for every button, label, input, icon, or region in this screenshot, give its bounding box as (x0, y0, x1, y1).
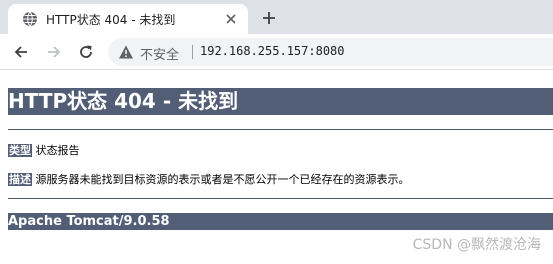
description-line: 描述 源服务器未能找到目标资源的表示或者是不愿公开一个已经存在的资源表示。 (8, 171, 410, 187)
type-value: 状态报告 (35, 144, 80, 157)
browser-toolbar: 不安全 192.168.255.157:8080 (0, 34, 553, 70)
arrow-right-icon[interactable] (45, 43, 63, 61)
divider (8, 129, 553, 130)
error-heading: HTTP状态 404 - 未找到 (8, 88, 553, 115)
description-value: 源服务器未能找到目标资源的表示或者是不愿公开一个已经存在的资源表示。 (35, 173, 410, 186)
divider (8, 198, 553, 199)
security-label[interactable]: 不安全 (140, 44, 179, 63)
description-label: 描述 (8, 173, 32, 186)
url-text[interactable]: 192.168.255.157:8080 (200, 44, 345, 58)
arrow-left-icon[interactable] (12, 43, 30, 61)
warning-triangle-icon[interactable] (118, 44, 134, 60)
type-label: 类型 (8, 144, 32, 157)
tab-active[interactable]: HTTP状态 404 - 未找到 (8, 4, 248, 34)
tab-strip: HTTP状态 404 - 未找到 (0, 0, 553, 34)
omnibox-divider (192, 45, 193, 59)
page-content: HTTP状态 404 - 未找到 类型 状态报告 描述 源服务器未能找到目标资源… (0, 70, 553, 264)
tab-title: HTTP状态 404 - 未找到 (46, 13, 176, 27)
watermark: CSDN @飘然渡沧海 (412, 237, 541, 253)
server-footer: Apache Tomcat/9.0.58 (8, 213, 553, 230)
reload-icon[interactable] (77, 43, 95, 61)
plus-icon[interactable] (260, 9, 278, 27)
address-bar[interactable]: 不安全 192.168.255.157:8080 (108, 38, 553, 66)
close-icon[interactable] (222, 10, 240, 28)
globe-icon (23, 11, 37, 27)
browser-chrome: HTTP状态 404 - 未找到 不安全 192.168.255.157:808… (0, 0, 553, 70)
type-line: 类型 状态报告 (8, 142, 80, 158)
